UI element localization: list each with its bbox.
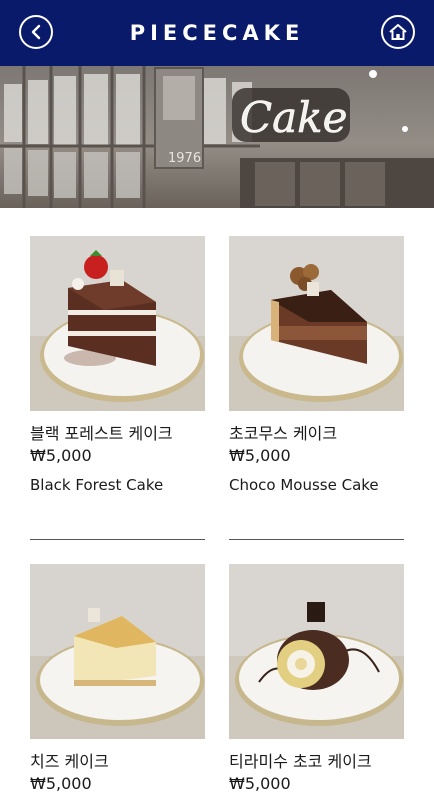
card-divider bbox=[30, 539, 205, 540]
app-title: PIECECAKE bbox=[129, 21, 305, 45]
back-arrow-icon bbox=[31, 24, 41, 40]
product-name-korean: 티라미수 초코 케이크 bbox=[229, 752, 372, 771]
home-button[interactable] bbox=[381, 15, 415, 49]
product-card-black-forest[interactable]: 블랙 포레스트 케이크 ₩5,000 Black Forest Cake bbox=[30, 236, 205, 540]
card-divider bbox=[229, 539, 404, 540]
product-image-choco-mousse bbox=[229, 236, 404, 411]
home-icon bbox=[389, 24, 407, 40]
product-name-korean: 초코무스 케이크 bbox=[229, 424, 338, 443]
product-name-english: Choco Mousse Cake bbox=[229, 476, 379, 494]
back-button[interactable] bbox=[19, 15, 53, 49]
product-price: ₩5,000 bbox=[229, 446, 291, 465]
product-price: ₩5,000 bbox=[30, 446, 92, 465]
neon-sign-text: Cake bbox=[240, 93, 347, 142]
product-card-tiramisu-choco[interactable]: 티라미수 초코 케이크 ₩5,000 bbox=[229, 564, 404, 793]
poster-year-text: 1976 bbox=[168, 151, 201, 166]
product-name-english: Black Forest Cake bbox=[30, 476, 164, 494]
product-image-tiramisu-choco bbox=[229, 564, 404, 739]
product-price: ₩5,000 bbox=[30, 774, 92, 793]
product-card-cheese-cake[interactable]: 치즈 케이크 ₩5,000 bbox=[30, 564, 205, 793]
store-banner-image: 1976 Cake bbox=[0, 66, 434, 208]
product-image-black-forest bbox=[30, 236, 205, 411]
product-card-choco-mousse[interactable]: 초코무스 케이크 ₩5,000 Choco Mousse Cake bbox=[229, 236, 404, 540]
product-name-korean: 블랙 포레스트 케이크 bbox=[30, 424, 173, 443]
product-price: ₩5,000 bbox=[229, 774, 291, 793]
product-name-korean: 치즈 케이크 bbox=[30, 752, 109, 771]
top-app-bar: PIECECAKE bbox=[0, 0, 434, 66]
product-image-cheese-cake bbox=[30, 564, 205, 739]
